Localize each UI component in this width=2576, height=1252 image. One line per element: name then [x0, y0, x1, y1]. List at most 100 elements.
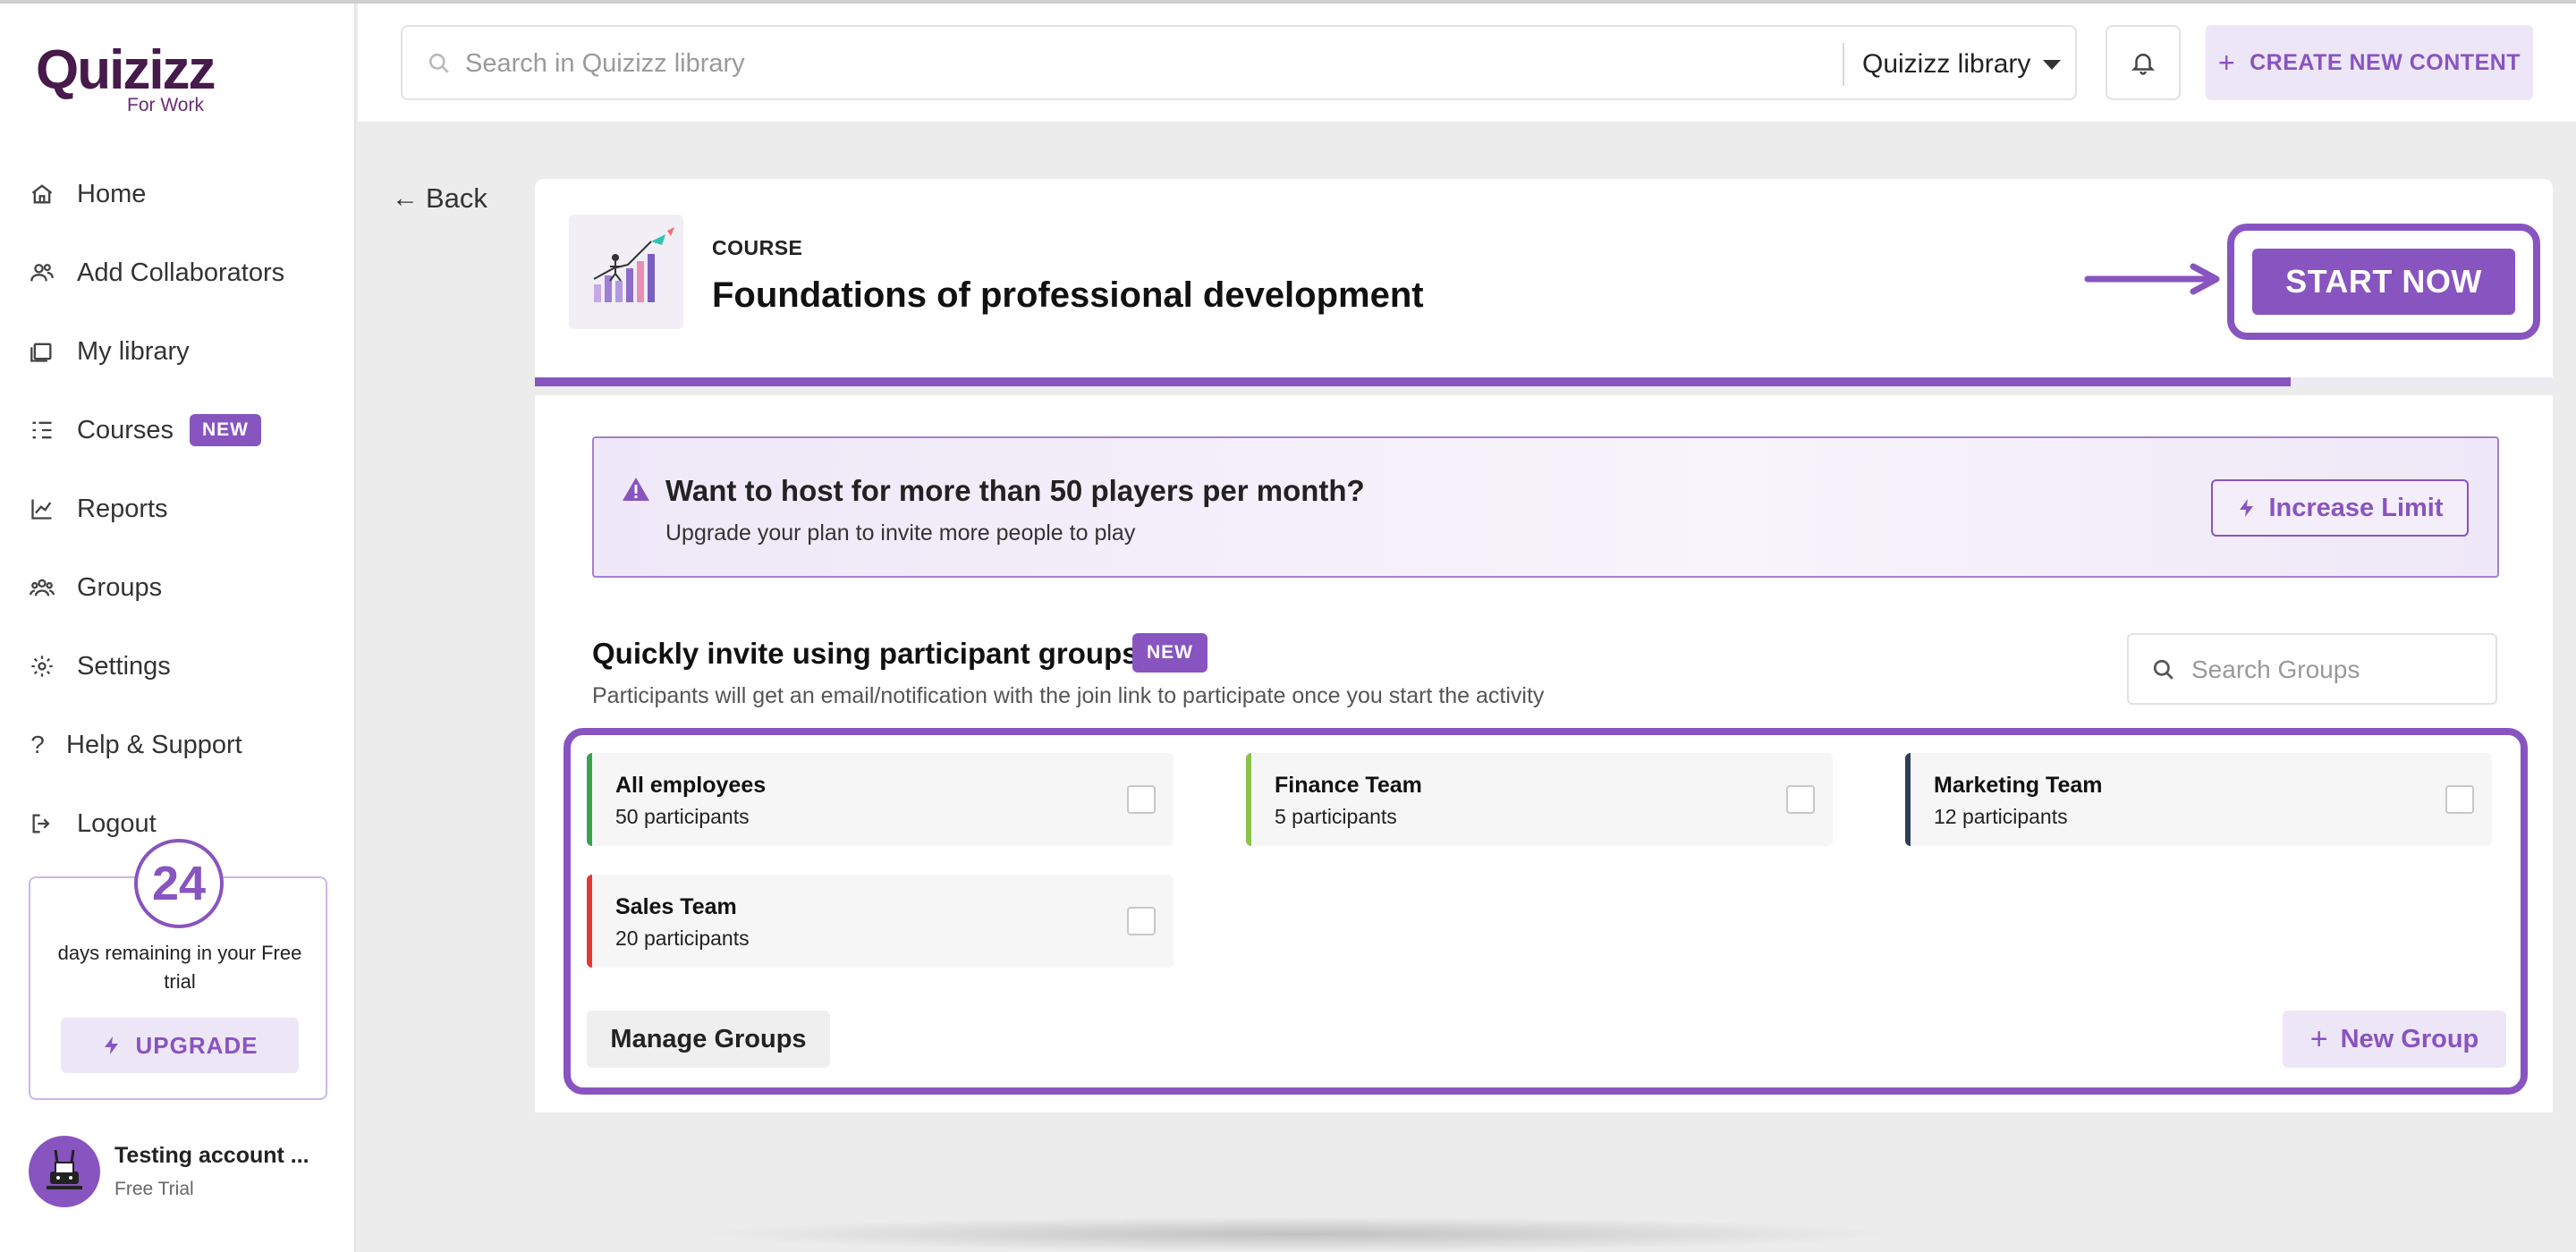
group-card[interactable]: Sales Team 20 participants — [587, 875, 1174, 968]
course-thumbnail — [569, 215, 683, 329]
trial-text: days remaining in your Free trial — [57, 942, 302, 993]
home-icon — [27, 179, 57, 209]
group-card[interactable]: Marketing Team 12 participants — [1905, 753, 2492, 846]
notifications-button[interactable] — [2106, 25, 2181, 100]
increase-limit-button[interactable]: Increase Limit — [2211, 479, 2469, 537]
sidebar-item-reports[interactable]: Reports — [27, 486, 168, 531]
plus-icon: + — [2217, 46, 2236, 79]
sidebar-item-label: Reports — [77, 494, 168, 523]
sidebar-item-my-library[interactable]: My library — [27, 329, 190, 374]
start-now-highlight: START NOW — [2227, 224, 2540, 340]
course-progress-bar — [535, 377, 2553, 386]
account-plan: Free Trial — [114, 1179, 194, 1199]
search-icon — [428, 52, 451, 75]
sidebar-item-groups[interactable]: Groups — [27, 565, 162, 610]
library-source-value: Quizizz library — [1862, 49, 2031, 79]
sidebar-item-home[interactable]: Home — [27, 172, 146, 216]
new-badge: NEW — [190, 414, 261, 446]
trial-card: 24 days remaining in your Free trial UPG… — [29, 839, 327, 1100]
group-checkbox[interactable] — [1786, 785, 1815, 814]
course-type-label: COURSE — [712, 236, 803, 259]
course-title: Foundations of professional development — [712, 275, 1424, 315]
library-icon — [27, 336, 57, 367]
start-now-button[interactable]: START NOW — [2252, 249, 2515, 315]
search-divider — [1843, 43, 1844, 86]
warning-icon — [623, 478, 649, 501]
group-name: Marketing Team — [1934, 773, 2103, 798]
player-limit-banner: Want to host for more than 50 players pe… — [592, 436, 2499, 578]
avatar — [29, 1136, 100, 1207]
course-progress-fill — [535, 377, 2291, 386]
bell-icon — [2131, 54, 2156, 75]
sidebar-item-label: Add Collaborators — [77, 258, 285, 287]
group-participant-count: 20 participants — [615, 926, 750, 950]
chevron-down-icon — [2043, 59, 2062, 70]
group-participant-count: 5 participants — [1275, 805, 1397, 828]
trial-days-counter: 24 — [134, 839, 224, 928]
logout-icon — [27, 808, 57, 839]
quizizz-logo[interactable]: Quizizz For Work — [36, 39, 216, 116]
upgrade-label: UPGRADE — [135, 1031, 258, 1059]
group-name: All employees — [615, 773, 767, 798]
library-search-input[interactable] — [465, 43, 1807, 84]
invite-section-title: Quickly invite using participant groups — [592, 637, 1139, 670]
arrow-left-icon: ← — [392, 183, 419, 213]
account-menu[interactable]: Testing account ... Free Trial — [29, 1136, 333, 1209]
limit-banner-title: Want to host for more than 50 players pe… — [665, 474, 1365, 507]
sidebar-item-settings[interactable]: Settings — [27, 644, 171, 689]
increase-limit-label: Increase Limit — [2268, 493, 2444, 522]
library-source-dropdown[interactable]: Quizizz library — [1862, 43, 2062, 86]
account-name: Testing account ... — [114, 1143, 309, 1168]
sidebar: Quizizz For Work Home Add Collaborators … — [0, 4, 356, 1252]
bottom-shadow — [698, 1216, 1896, 1252]
new-group-label: New Group — [2340, 1024, 2479, 1053]
sidebar-item-label: Courses — [77, 415, 174, 444]
participant-groups-highlight: All employees 50 participants Finance Te… — [564, 728, 2528, 1095]
create-new-content-button[interactable]: + CREATE NEW CONTENT — [2206, 25, 2533, 100]
sidebar-item-label: Settings — [77, 651, 171, 681]
new-badge: NEW — [1132, 633, 1208, 673]
sidebar-item-courses[interactable]: Courses NEW — [27, 408, 261, 453]
collaborators-icon — [27, 258, 57, 288]
groups-icon — [27, 572, 57, 603]
lightning-icon — [2240, 499, 2254, 517]
create-label: CREATE NEW CONTENT — [2250, 49, 2521, 75]
sidebar-item-label: Logout — [77, 808, 157, 838]
arrow-right-icon — [2084, 263, 2220, 295]
top-bar: Quizizz library + CREATE NEW CONTENT — [358, 4, 2576, 122]
reports-icon — [27, 494, 57, 524]
sidebar-item-label: Help & Support — [66, 730, 242, 759]
group-card[interactable]: All employees 50 participants — [587, 753, 1174, 846]
plus-icon: + — [2309, 1021, 2328, 1056]
sidebar-item-help[interactable]: ? Help & Support — [27, 723, 242, 767]
logo-text: Quizizz — [36, 39, 216, 101]
back-label: Back — [426, 182, 487, 214]
back-link[interactable]: ← Back — [392, 182, 487, 215]
group-name: Sales Team — [615, 894, 737, 919]
group-card[interactable]: Finance Team 5 participants — [1246, 753, 1833, 846]
limit-banner-subtitle: Upgrade your plan to invite more people … — [665, 520, 1136, 546]
invite-section-subtitle: Participants will get an email/notificat… — [592, 683, 1545, 708]
question-icon: ? — [30, 731, 45, 758]
group-name: Finance Team — [1275, 773, 1422, 798]
courses-icon — [27, 415, 57, 445]
group-checkbox[interactable] — [2445, 785, 2474, 814]
sidebar-item-label: Groups — [77, 572, 163, 602]
search-icon — [2152, 658, 2175, 681]
logo-subtext: For Work — [127, 95, 204, 115]
group-search — [2127, 633, 2497, 705]
sidebar-item-label: My library — [77, 336, 190, 366]
sidebar-item-label: Home — [77, 179, 147, 208]
group-checkbox[interactable] — [1127, 907, 1156, 935]
group-checkbox[interactable] — [1127, 785, 1156, 814]
sidebar-item-logout[interactable]: Logout — [27, 801, 157, 846]
manage-groups-button[interactable]: Manage Groups — [587, 1011, 830, 1068]
group-participant-count: 12 participants — [1934, 805, 2068, 828]
sidebar-item-add-collaborators[interactable]: Add Collaborators — [27, 250, 284, 295]
group-search-input[interactable] — [2191, 651, 2478, 689]
gear-icon — [27, 651, 57, 681]
new-group-button[interactable]: + New Group — [2283, 1011, 2506, 1068]
upgrade-button[interactable]: UPGRADE — [61, 1018, 299, 1073]
group-participant-count: 50 participants — [615, 805, 750, 828]
lightning-icon — [105, 1036, 119, 1054]
